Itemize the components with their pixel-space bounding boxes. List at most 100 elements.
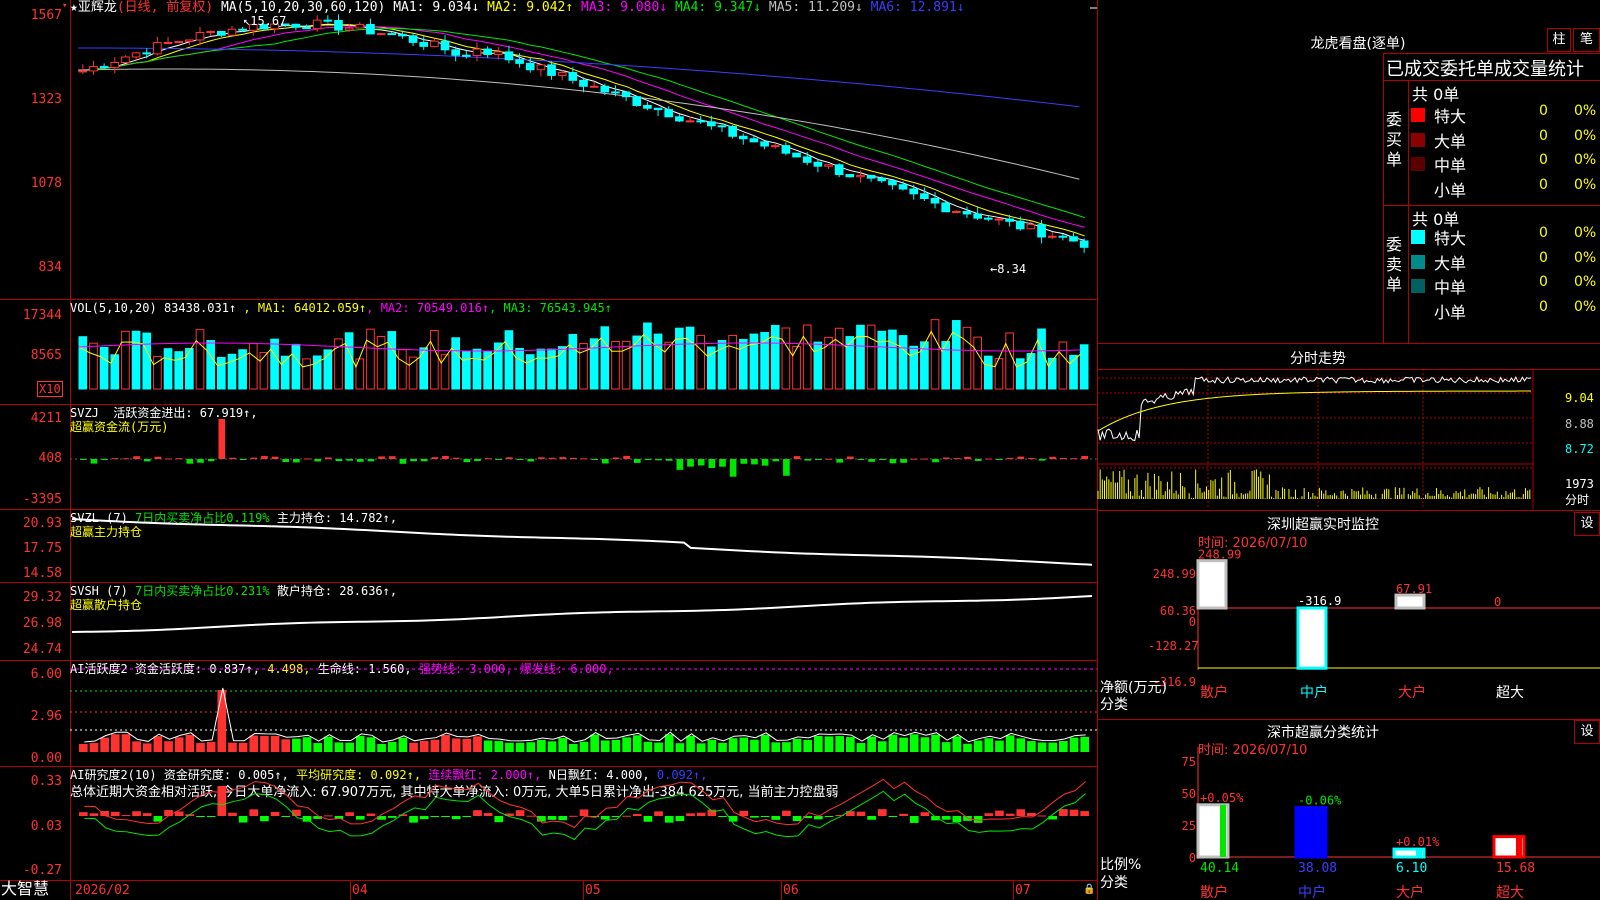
intraday-tick: 8.72 bbox=[1565, 442, 1594, 456]
activity-bar bbox=[1080, 736, 1089, 752]
lock-icon[interactable]: 🔒 bbox=[1083, 884, 1095, 895]
research-bar bbox=[249, 809, 259, 816]
flow-bar bbox=[953, 458, 961, 460]
activity-bar bbox=[153, 736, 163, 752]
activity-bar bbox=[664, 734, 674, 752]
flow-bar bbox=[761, 459, 769, 466]
order-pct: 0% bbox=[1574, 249, 1597, 266]
intraday-chart[interactable] bbox=[1097, 369, 1568, 509]
ai-research-chart[interactable] bbox=[0, 766, 1098, 880]
order-type: 大单 bbox=[1434, 131, 1467, 151]
order-row: 中单 0 0% bbox=[1409, 152, 1600, 176]
order-type: 小单 bbox=[1434, 180, 1467, 200]
volume-bar bbox=[781, 327, 791, 390]
activity-bar bbox=[515, 742, 525, 752]
research-bar bbox=[856, 811, 866, 816]
research-bar bbox=[238, 816, 248, 823]
volume-chart[interactable] bbox=[0, 299, 1098, 404]
flow-bar bbox=[623, 455, 630, 459]
candle-body bbox=[1005, 218, 1014, 222]
research-bar bbox=[409, 816, 418, 823]
change-label: +0.01% bbox=[1396, 835, 1440, 849]
volume-bar bbox=[78, 336, 88, 390]
candle-body bbox=[802, 156, 812, 163]
activity-bar bbox=[600, 740, 610, 752]
chart-area[interactable]: ★亚辉龙(日线, 前复权) MA(5,10,20,30,60,120) MA1:… bbox=[0, 0, 1098, 900]
candle-body bbox=[430, 40, 439, 47]
bar-value-label: 6.10 bbox=[1396, 861, 1427, 876]
class-bar-chart[interactable]: +0.05% 40.14 -0.06% 38.08 +0.01% 6.10 15.68 散户 中… bbox=[1098, 719, 1600, 900]
bar-view-button[interactable]: 柱 bbox=[1547, 28, 1571, 52]
candle-body bbox=[163, 41, 173, 44]
flow-bar bbox=[1038, 459, 1046, 461]
activity-bar bbox=[132, 741, 141, 752]
bar-value-label: 40.14 bbox=[1200, 861, 1239, 876]
volume-bar bbox=[185, 347, 194, 390]
flow-bar bbox=[378, 456, 385, 459]
candle-body bbox=[185, 39, 194, 42]
candle-body bbox=[312, 19, 322, 30]
monitor-bar-chart[interactable]: 248.99 -316.9 67.91 0 散户 中户 大户 超大 bbox=[1098, 530, 1600, 720]
flow-bar bbox=[857, 459, 865, 460]
ratio-bar-stripe bbox=[1416, 849, 1422, 857]
candle-body bbox=[856, 174, 865, 178]
activity-bar bbox=[174, 737, 184, 752]
activity-bar bbox=[803, 739, 813, 752]
activity-bar bbox=[867, 736, 876, 752]
candle-body bbox=[195, 31, 205, 41]
volume-bar bbox=[973, 336, 982, 390]
research-bar bbox=[419, 816, 429, 820]
flow-bar bbox=[506, 457, 513, 459]
volume-bar bbox=[856, 324, 865, 390]
flow-bar bbox=[218, 419, 226, 459]
research-bar bbox=[824, 816, 834, 817]
candle-body bbox=[600, 85, 610, 93]
ma-line bbox=[83, 25, 1085, 228]
change-label: -0.06% bbox=[1298, 793, 1342, 807]
research-bar bbox=[995, 810, 1004, 816]
activity-bar bbox=[792, 738, 802, 752]
volume-bar bbox=[89, 342, 98, 390]
activity-bar bbox=[249, 735, 259, 752]
flow-bar bbox=[154, 456, 162, 459]
ratio-bar-stripe bbox=[1220, 804, 1226, 857]
volume-bar bbox=[888, 329, 897, 390]
candle-body bbox=[813, 161, 823, 167]
candlestick-chart[interactable] bbox=[0, 0, 1098, 300]
flow-bar bbox=[996, 459, 1003, 460]
activity-bar bbox=[260, 735, 269, 752]
volume-bar bbox=[1037, 328, 1046, 390]
order-type: 中单 bbox=[1434, 156, 1467, 175]
main-holding-chart[interactable] bbox=[0, 509, 1098, 582]
candle-body bbox=[78, 70, 88, 73]
candle-body bbox=[323, 19, 333, 22]
flow-bar bbox=[676, 459, 684, 470]
research-bar bbox=[110, 811, 120, 816]
volume-bar bbox=[877, 330, 887, 390]
volume-bar bbox=[206, 340, 215, 390]
activity-bar bbox=[324, 736, 333, 752]
activity-bar bbox=[814, 735, 823, 752]
intraday-vol-label: 分时 bbox=[1565, 493, 1590, 507]
intraday-vol-tick: 1973 bbox=[1565, 477, 1594, 491]
candle-body bbox=[675, 116, 684, 122]
volume-bar bbox=[270, 338, 279, 390]
fund-flow-chart[interactable] bbox=[0, 404, 1098, 509]
order-type: 特大 bbox=[1434, 107, 1467, 126]
candle-body bbox=[89, 66, 98, 72]
activity-bar bbox=[728, 738, 738, 752]
retail-holding-chart[interactable] bbox=[0, 582, 1098, 660]
candle-body bbox=[131, 52, 141, 58]
volume-bar bbox=[770, 324, 780, 390]
flow-bar bbox=[325, 457, 332, 459]
candle-body bbox=[174, 40, 184, 43]
volume-bar bbox=[163, 348, 173, 390]
activity-bar bbox=[196, 743, 205, 752]
x-tick: 06 bbox=[783, 883, 799, 898]
activity-bar bbox=[963, 743, 972, 752]
research-bar bbox=[164, 810, 173, 816]
ai-activity-chart[interactable] bbox=[0, 660, 1098, 766]
activity-bar bbox=[675, 743, 685, 752]
x-axis-line bbox=[0, 880, 1098, 881]
tick-view-button[interactable]: 笔 bbox=[1573, 28, 1600, 52]
